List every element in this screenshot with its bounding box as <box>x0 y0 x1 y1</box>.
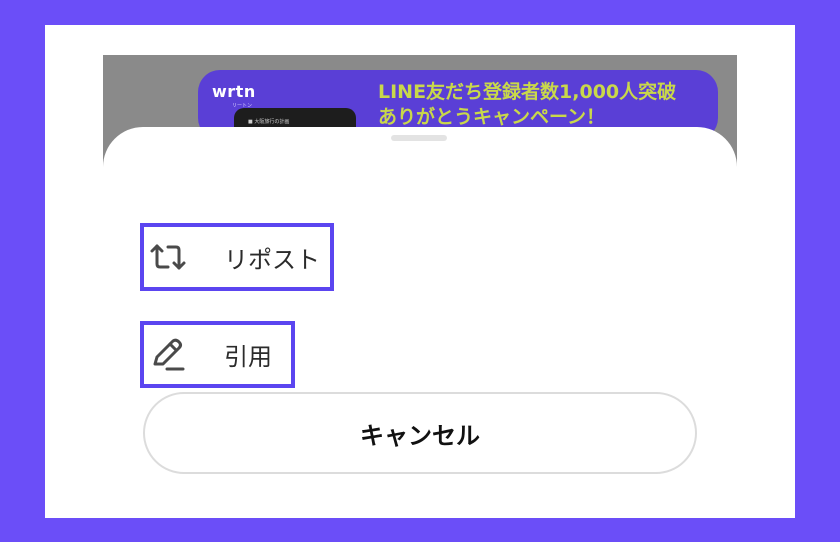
wrtn-logo: wrtn <box>212 82 256 101</box>
quote-label: 引用 <box>224 343 272 371</box>
cancel-button[interactable]: キャンセル <box>143 392 697 474</box>
app-screen: wrtn リートン ■ 大阪旅行の計画 LINE友だち登録者数1,000人突破 … <box>103 55 737 518</box>
repost-menu-item[interactable]: リポスト <box>140 223 334 291</box>
repost-label: リポスト <box>224 245 320 274</box>
banner-title: LINE友だち登録者数1,000人突破 ありがとうキャンペーン！ <box>378 81 677 128</box>
quote-pencil-icon <box>148 335 188 375</box>
action-bottom-sheet: リポスト 引用 キャンセル <box>103 127 737 518</box>
banner-phone-text: ■ 大阪旅行の計画 <box>248 119 290 125</box>
repost-icon <box>148 237 188 277</box>
sheet-drag-handle[interactable] <box>391 135 447 141</box>
quote-menu-item[interactable]: 引用 <box>140 321 295 388</box>
